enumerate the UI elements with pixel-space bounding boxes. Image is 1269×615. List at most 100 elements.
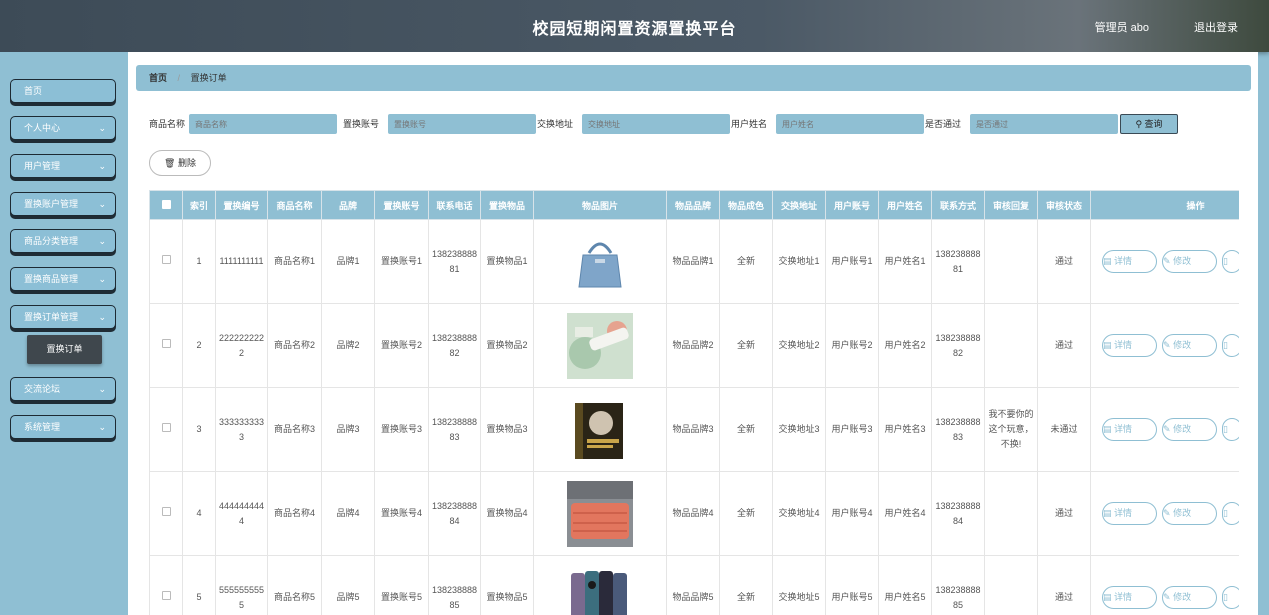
- breadcrumb-home[interactable]: 首页: [149, 73, 167, 83]
- sidebar-item-user-management[interactable]: 用户管理 ⌄: [10, 154, 116, 178]
- table-row: 5 5555555555 商品名称5 品牌5 置换账号5 13823888885 置换物品5…: [149, 555, 1239, 615]
- sidebar-item-label: 交流论坛: [24, 384, 61, 394]
- detail-button-label: 详情: [1114, 592, 1133, 602]
- select-all-checkbox[interactable]: [149, 190, 183, 220]
- column-header: 物品品牌: [666, 190, 720, 220]
- cell-review-status: 通过: [1037, 471, 1091, 556]
- row-checkbox[interactable]: [149, 387, 183, 472]
- search-label-address: 交换地址: [537, 119, 574, 129]
- sidebar-item-label: 商品分类管理: [24, 236, 79, 246]
- edit-button[interactable]: ✎ 修改: [1162, 502, 1217, 525]
- delete-row-button[interactable]: ▯: [1222, 502, 1239, 525]
- chevron-down-icon: ⌄: [98, 274, 106, 284]
- detail-button[interactable]: ▤ 详情: [1102, 586, 1157, 609]
- delete-button[interactable]: 🗑 删除: [149, 150, 211, 176]
- cell-item: 置换物品4: [480, 471, 534, 556]
- chevron-down-icon: ⌄: [98, 236, 106, 246]
- username-input[interactable]: [776, 114, 924, 134]
- cell-phone: 13823888883: [428, 387, 481, 472]
- delete-row-button[interactable]: ▯: [1222, 250, 1239, 273]
- sidebar-item-personal-center[interactable]: 个人中心 ⌄: [10, 116, 116, 140]
- sidebar-item-order-management[interactable]: 置换订单管理 ⌄: [10, 305, 116, 329]
- edit-icon: ✎: [1163, 424, 1171, 434]
- trash-icon: ▯: [1223, 340, 1228, 350]
- delete-row-button[interactable]: ▯: [1222, 418, 1239, 441]
- cell-item: 置换物品3: [480, 387, 534, 472]
- row-checkbox[interactable]: [149, 219, 183, 304]
- edit-button[interactable]: ✎ 修改: [1162, 418, 1217, 441]
- cell-index: 5: [182, 555, 216, 615]
- cell-exchange-no: 3333333333: [215, 387, 268, 472]
- account-input[interactable]: [388, 114, 536, 134]
- cell-goods-name: 商品名称1: [267, 219, 322, 304]
- query-button[interactable]: ⚲ 查询: [1120, 114, 1178, 134]
- sidebar-item-category-management[interactable]: 商品分类管理 ⌄: [10, 229, 116, 253]
- sidebar-item-account-management[interactable]: 置换账户管理 ⌄: [10, 192, 116, 216]
- detail-button[interactable]: ▤ 详情: [1102, 250, 1157, 273]
- detail-button[interactable]: ▤ 详情: [1102, 502, 1157, 525]
- edit-button[interactable]: ✎ 修改: [1162, 586, 1217, 609]
- cell-review-status: 通过: [1037, 303, 1091, 388]
- sidebar-item-forum[interactable]: 交流论坛 ⌄: [10, 377, 116, 401]
- current-user: 管理员 abo: [1094, 22, 1149, 34]
- chevron-down-icon: ⌄: [98, 199, 106, 209]
- sidebar-item-label: 用户管理: [24, 161, 61, 171]
- column-header: 物品成色: [719, 190, 773, 220]
- sidebar-item-label: 置换商品管理: [24, 274, 79, 284]
- edit-button[interactable]: ✎ 修改: [1162, 250, 1217, 273]
- delete-row-button[interactable]: ▯: [1222, 334, 1239, 357]
- document-icon: ▤: [1103, 508, 1112, 518]
- edit-button[interactable]: ✎ 修改: [1162, 334, 1217, 357]
- breadcrumb: 首页 / 置换订单: [136, 65, 1251, 91]
- column-header: 交换地址: [772, 190, 826, 220]
- address-input[interactable]: [582, 114, 730, 134]
- column-header: 置换物品: [480, 190, 534, 220]
- cell-contact: 13823888882: [931, 303, 985, 388]
- cell-phone: 13823888881: [428, 219, 481, 304]
- goods-name-input[interactable]: [189, 114, 337, 134]
- row-checkbox[interactable]: [149, 303, 183, 388]
- row-checkbox[interactable]: [149, 471, 183, 556]
- trash-icon: ▯: [1223, 256, 1228, 266]
- sidebar-item-label: 首页: [24, 86, 43, 96]
- cell-item-image: [533, 387, 667, 472]
- cell-exchange-no: 4444444444: [215, 471, 268, 556]
- edit-button-label: 修改: [1173, 424, 1192, 434]
- logout-link[interactable]: 退出登录: [1194, 19, 1238, 35]
- document-icon: ▤: [1103, 340, 1112, 350]
- sidebar-item-home[interactable]: 首页: [10, 79, 116, 103]
- cell-goods-name: 商品名称5: [267, 555, 322, 615]
- sidebar-item-label: 置换账户管理: [24, 199, 79, 209]
- cell-contact: 13823888884: [931, 471, 985, 556]
- cell-review-status: 未通过: [1037, 387, 1091, 472]
- search-label-goods-name: 商品名称: [149, 119, 186, 129]
- sidebar-item-system[interactable]: 系统管理 ⌄: [10, 415, 116, 439]
- row-checkbox[interactable]: [149, 555, 183, 615]
- column-header: 置换账号: [374, 190, 429, 220]
- trash-icon: ▯: [1223, 508, 1228, 518]
- detail-button[interactable]: ▤ 详情: [1102, 334, 1157, 357]
- cell-item: 置换物品5: [480, 555, 534, 615]
- cell-user-account: 用户账号4: [825, 471, 879, 556]
- sidebar-subitem-orders[interactable]: 置换订单: [27, 335, 102, 364]
- cell-user-name: 用户姓名5: [878, 555, 932, 615]
- approved-input[interactable]: [970, 114, 1118, 134]
- delete-button-label: 删除: [177, 158, 196, 168]
- cell-brand: 品牌1: [321, 219, 375, 304]
- cell-item-image: [533, 303, 667, 388]
- cell-condition: 全新: [719, 303, 773, 388]
- trash-icon: ▯: [1223, 592, 1228, 602]
- delete-row-button[interactable]: ▯: [1222, 586, 1239, 609]
- cell-review-status: 通过: [1037, 219, 1091, 304]
- cell-address: 交换地址3: [772, 387, 826, 472]
- detail-button[interactable]: ▤ 详情: [1102, 418, 1157, 441]
- cell-user-name: 用户姓名1: [878, 219, 932, 304]
- chevron-down-icon: ⌄: [98, 123, 106, 133]
- column-header: 置换编号: [215, 190, 268, 220]
- sidebar-item-goods-management[interactable]: 置换商品管理 ⌄: [10, 267, 116, 291]
- sidebar-item-label: 系统管理: [24, 422, 61, 432]
- cell-phone: 13823888885: [428, 555, 481, 615]
- detail-button-label: 详情: [1114, 424, 1133, 434]
- trash-icon: ▯: [1223, 424, 1228, 434]
- cell-actions: ▤ 详情 ✎ 修改 ▯: [1090, 471, 1239, 556]
